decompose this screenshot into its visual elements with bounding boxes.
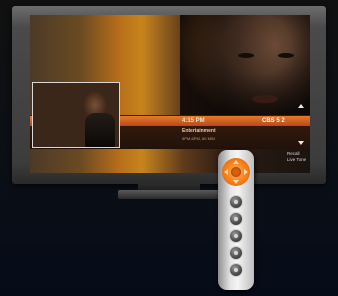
remote-button-5[interactable] <box>230 264 242 276</box>
option-live-tone[interactable]: Live Tone <box>287 157 306 162</box>
remote-button-4[interactable] <box>230 247 242 259</box>
preview-figure <box>85 113 115 147</box>
remote-button-1[interactable] <box>230 196 242 208</box>
dpad-right-icon[interactable] <box>244 169 248 175</box>
remote-button-3[interactable] <box>230 230 242 242</box>
remote-button-2[interactable] <box>230 213 242 225</box>
tv-video-shadow <box>180 15 310 115</box>
tv-video-eye-right <box>278 53 294 58</box>
tv-stand-base <box>118 190 220 199</box>
dpad-up-icon[interactable] <box>233 160 239 164</box>
preview-thumbnail[interactable] <box>32 82 120 148</box>
program-time-range: 5PM-6PM, 60 MIN <box>182 136 215 141</box>
tv-video-lips <box>252 95 278 103</box>
dpad-left-icon[interactable] <box>224 169 228 175</box>
program-title: Entertainment <box>182 128 216 134</box>
tv-video-eye-left <box>238 53 254 58</box>
scroll-down-icon[interactable] <box>298 141 304 145</box>
dpad-select-button[interactable] <box>231 167 241 177</box>
program-time: 4:15 PM <box>182 118 205 124</box>
remote-control <box>218 150 254 290</box>
dpad-down-icon[interactable] <box>233 180 239 184</box>
channel-number: CBS 5 2 <box>262 118 285 124</box>
option-recall[interactable]: Recall <box>287 151 300 156</box>
scroll-up-icon[interactable] <box>298 104 304 108</box>
remote-dpad[interactable] <box>222 158 250 186</box>
